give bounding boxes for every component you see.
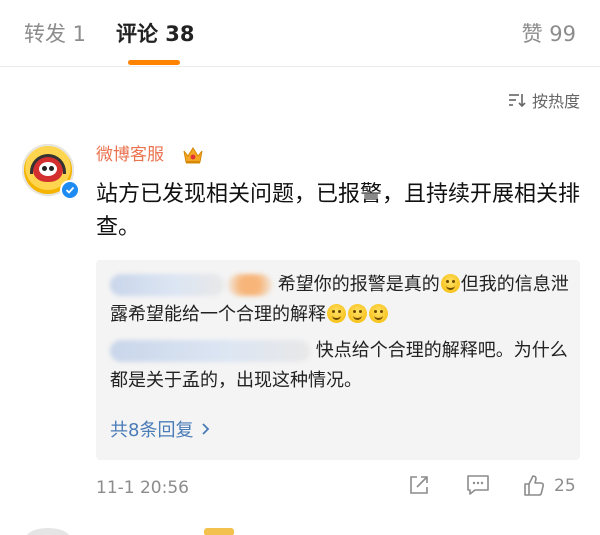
smile-emoji-icon — [348, 304, 367, 323]
tab-like[interactable]: 赞 99 — [522, 20, 576, 48]
reply-text: 希望你的报警是真的 — [277, 274, 440, 295]
next-comment-avatar[interactable] — [26, 528, 70, 535]
blurred-username — [110, 340, 310, 362]
sort-icon — [508, 92, 526, 108]
tab-comment[interactable]: 评论 38 — [116, 20, 195, 48]
reply-item: 希望你的报警是真的 但我的信息泄露希望能给一个合理的解释 — [110, 270, 570, 330]
sort-button[interactable]: 按热度 — [508, 88, 580, 112]
like-icon — [522, 474, 546, 498]
tab-repost[interactable]: 转发 1 — [24, 20, 86, 48]
active-tab-indicator — [128, 60, 180, 65]
blurred-avatar — [228, 274, 272, 296]
crown-icon — [182, 145, 204, 169]
smile-emoji-icon — [369, 304, 388, 323]
share-button[interactable] — [408, 474, 430, 496]
like-button[interactable]: 25 — [522, 474, 576, 498]
reply-item: 快点给个合理的解释吧。为什么都是关于孟的，出现这种情况。 — [110, 336, 570, 396]
username[interactable]: 微博客服 — [96, 144, 164, 166]
tab-bar: 转发 1 评论 38 赞 99 — [0, 0, 600, 66]
next-comment-badge — [204, 528, 234, 535]
replies-box: 希望你的报警是真的 但我的信息泄露希望能给一个合理的解释 快点给个合理的解释吧。为… — [96, 260, 580, 460]
sort-label: 按热度 — [531, 92, 580, 111]
comment-text: 站方已发现相关问题，已报警，且持续开展相关排查。 — [96, 182, 581, 240]
timestamp: 11-1 20:56 — [96, 478, 189, 498]
more-replies-label: 共8条回复 — [110, 420, 194, 441]
verified-icon — [60, 180, 80, 200]
reply-button[interactable] — [466, 474, 490, 496]
divider — [0, 66, 600, 67]
smile-emoji-icon — [440, 274, 460, 293]
blurred-username — [110, 274, 224, 296]
smile-emoji-icon — [327, 304, 346, 323]
like-count: 25 — [554, 476, 576, 496]
reply-icon — [466, 474, 490, 496]
more-replies-link[interactable]: 共8条回复 — [110, 418, 210, 444]
chevron-right-icon — [201, 418, 210, 444]
share-icon — [408, 474, 430, 496]
